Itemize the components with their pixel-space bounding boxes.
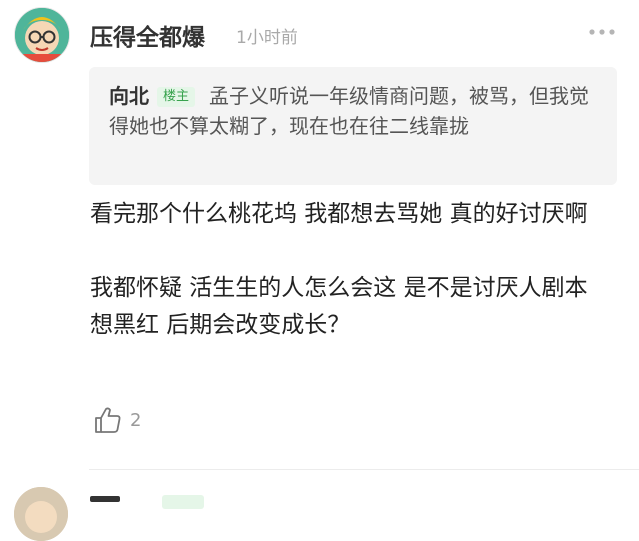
timestamp: 1小时前 (236, 28, 298, 48)
quote-author[interactable]: 向北 (109, 84, 149, 108)
op-badge: 楼主 (157, 87, 196, 107)
more-dots-icon[interactable] (588, 24, 616, 40)
quote-content: 向北 楼主 孟子义听说一年级情商问题，被骂，但我觉得她也不算太糊了，现在也在往二线靠… (109, 81, 589, 141)
user-badge (162, 495, 204, 509)
thumbs-up-icon[interactable] (93, 405, 123, 435)
username[interactable] (90, 496, 120, 502)
like-count: 2 (130, 410, 142, 431)
divider (89, 469, 639, 470)
quoted-reply[interactable]: 向北 楼主 孟子义听说一年级情商问题，被骂，但我觉得她也不算太糊了，现在也在往二线靠… (89, 67, 617, 185)
username[interactable]: 压得全都爆 (90, 18, 205, 52)
avatar[interactable] (14, 487, 68, 541)
avatar[interactable] (14, 7, 70, 63)
comment-body: 看完那个什么桃花坞 我都想去骂她 真的好讨厌啊 我都怀疑 活生生的人怎么会这 是… (90, 201, 588, 338)
